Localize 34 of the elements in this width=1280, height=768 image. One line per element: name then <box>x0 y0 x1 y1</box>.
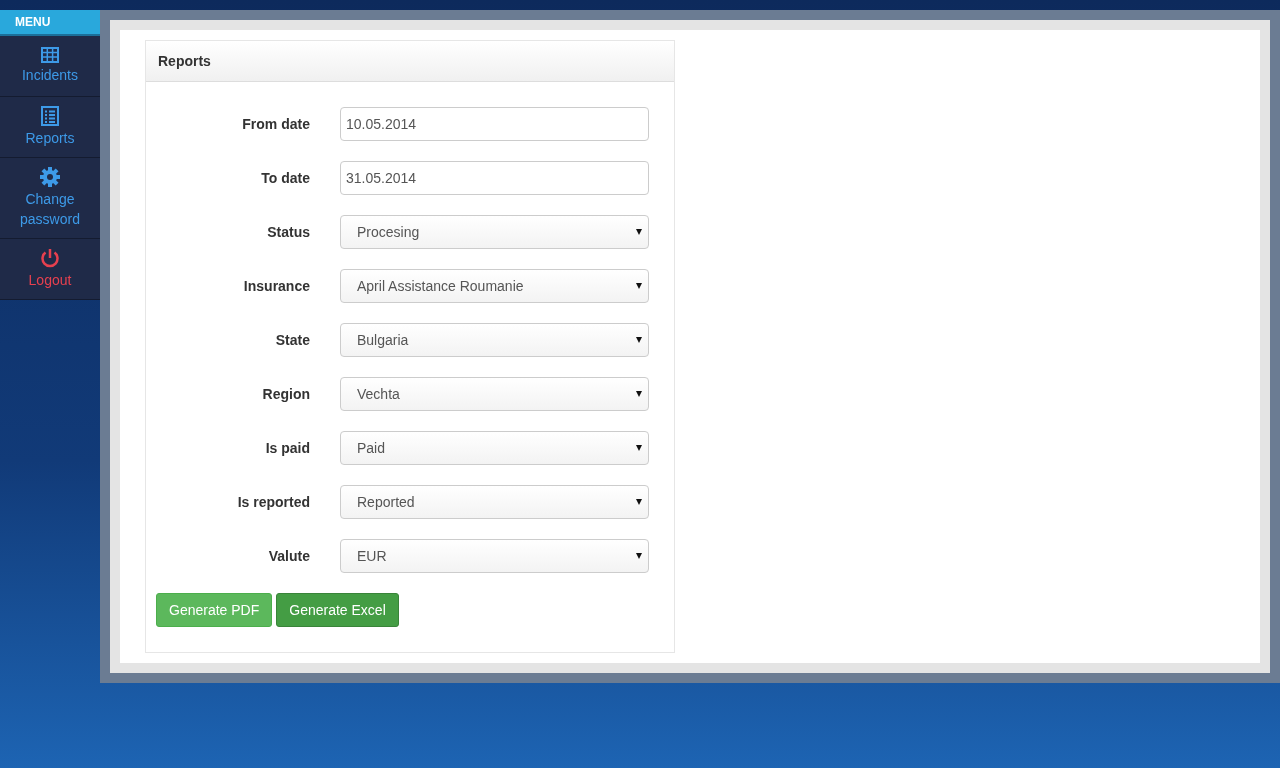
field-label: Is reported <box>236 494 310 510</box>
caret-icon <box>636 445 642 451</box>
dropdown[interactable]: April Assistance Roumanie <box>340 269 649 303</box>
menu-header: MENU <box>0 10 100 36</box>
sidebar-item[interactable]: Change password <box>0 158 100 239</box>
dropdown[interactable]: Paid <box>340 431 649 465</box>
dropdown[interactable]: Procesing <box>340 215 649 249</box>
dropdown[interactable]: EUR <box>340 539 649 573</box>
field-label: Region <box>261 386 310 402</box>
date-input[interactable]: 31.05.2014 <box>340 161 649 195</box>
field-label: Status <box>266 224 310 240</box>
sidebar-item[interactable]: Reports <box>0 97 100 158</box>
caret-icon <box>636 499 642 505</box>
field-label: Insurance <box>242 278 310 294</box>
field-label: To date <box>260 170 310 186</box>
caret-icon <box>636 337 642 343</box>
caret-icon <box>636 553 642 559</box>
table-icon <box>41 47 59 63</box>
field-label: State <box>274 332 310 348</box>
list-icon <box>41 106 59 126</box>
sidebar-item[interactable]: Logout <box>0 239 100 300</box>
field-label: From date <box>241 116 310 132</box>
date-input[interactable]: 10.05.2014 <box>340 107 649 141</box>
dropdown[interactable]: Vechta <box>340 377 649 411</box>
field-label: Is paid <box>264 440 310 456</box>
caret-icon <box>636 283 642 289</box>
power-icon <box>40 248 60 268</box>
dropdown[interactable]: Bulgaria <box>340 323 649 357</box>
caret-icon <box>636 391 642 397</box>
field-label: Valute <box>267 548 310 564</box>
dropdown[interactable]: Reported <box>340 485 649 519</box>
settings-icon <box>40 167 60 187</box>
sidebar-item[interactable]: Incidents <box>0 36 100 97</box>
caret-icon <box>636 229 642 235</box>
